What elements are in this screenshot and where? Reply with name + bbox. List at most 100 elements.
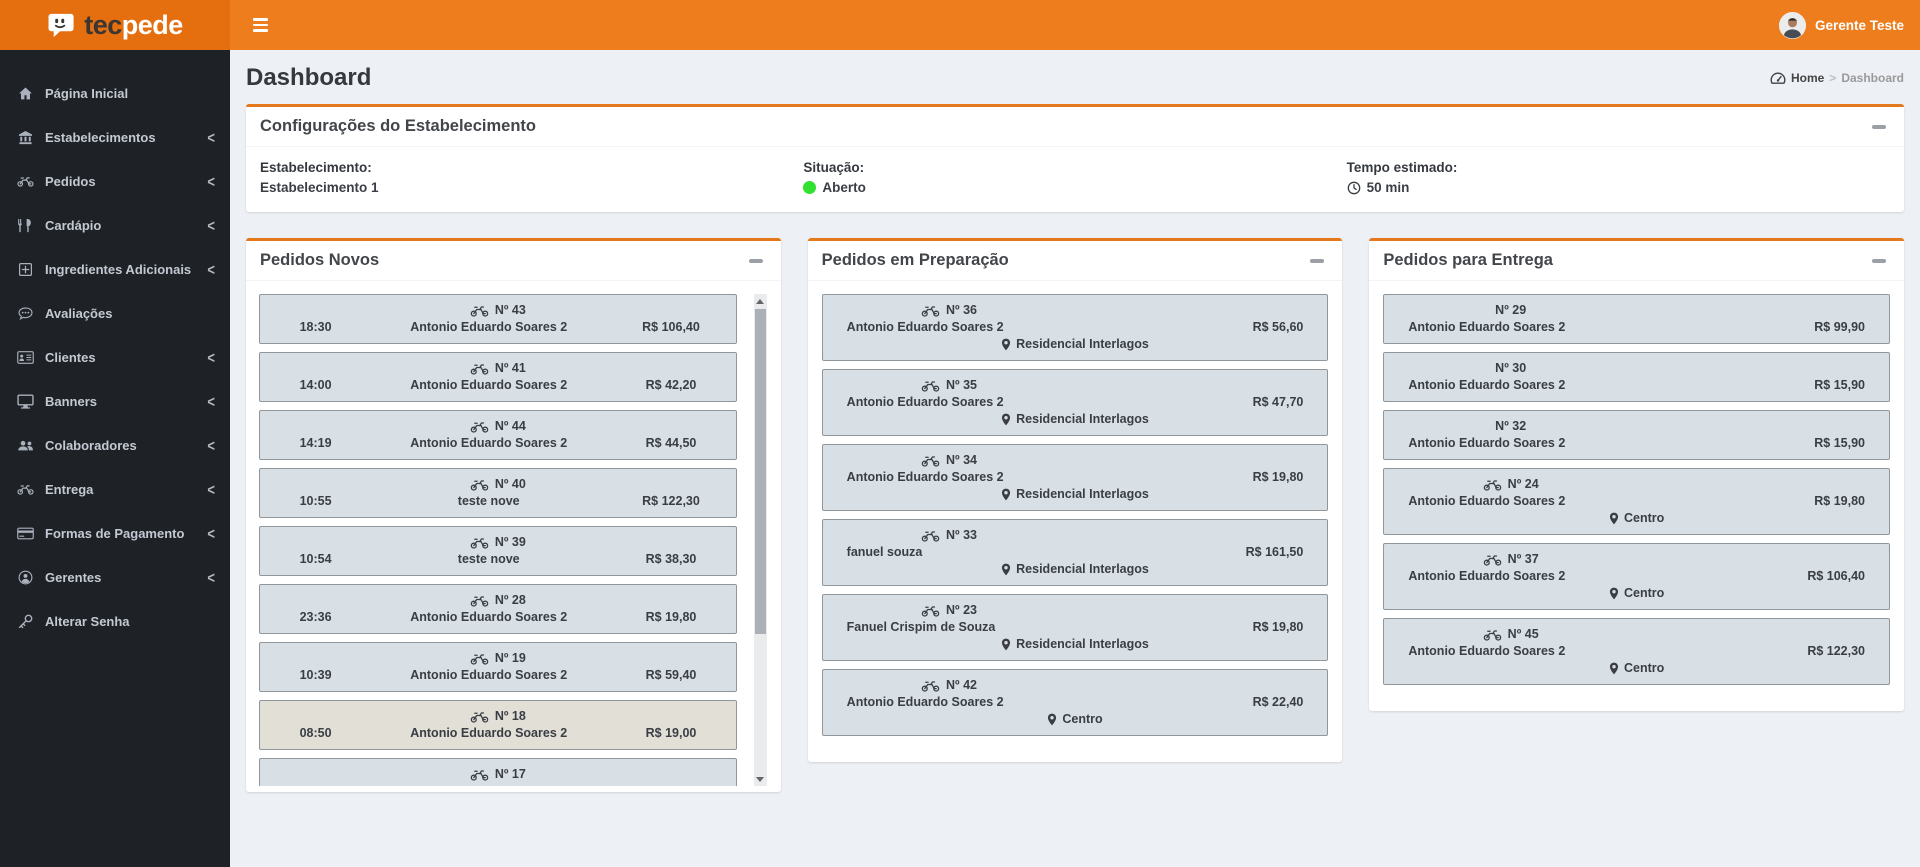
brand-logo[interactable]: tecpede	[0, 0, 230, 50]
order-card[interactable]: Nº 37 Antonio Eduardo Soares 2 R$ 106,40 Ce…	[1383, 543, 1891, 610]
clock-icon	[1347, 181, 1361, 195]
motorcycle-icon	[470, 479, 489, 491]
order-card[interactable]: Nº 42 Antonio Eduardo Soares 2 R$ 22,40 Cen…	[821, 669, 1329, 736]
order-main-row: 10:39 Antonio Eduardo Soares 2 R$ 59,40	[270, 667, 726, 684]
order-card[interactable]: Nº 39 10:54 teste nove R$ 38,30	[259, 526, 737, 576]
chevron-left-icon: <	[207, 392, 215, 410]
order-card[interactable]: Nº 43 18:30 Antonio Eduardo Soares 2 R$ 106…	[259, 294, 737, 344]
motorcycle-icon	[1483, 629, 1502, 641]
scroll-down-arrow-icon[interactable]	[754, 772, 767, 786]
scroll-up-arrow-icon[interactable]	[754, 294, 767, 308]
sidebar-item-ingredientes-adicionais[interactable]: Ingredientes Adicionais <	[0, 247, 230, 291]
order-customer: Antonio Eduardo Soares 2	[410, 610, 568, 624]
order-card[interactable]: Nº 17	[259, 758, 737, 786]
order-card[interactable]: Nº 24 Antonio Eduardo Soares 2 R$ 19,80 Cen…	[1383, 468, 1891, 535]
config-field-value: 50 min	[1347, 180, 1890, 195]
sidebar-item-gerentes[interactable]: Gerentes <	[0, 555, 230, 599]
order-card[interactable]: Nº 32 Antonio Eduardo Soares 2 R$ 15,90	[1383, 410, 1891, 460]
order-number: Nº 30	[1394, 360, 1627, 377]
order-location-row: Residencial Interlagos	[833, 636, 1318, 653]
order-location: Residencial Interlagos	[1016, 412, 1149, 426]
order-number-row: Nº 23	[833, 602, 1318, 619]
sidebar-item-entrega[interactable]: Entrega <	[0, 467, 230, 511]
order-customer: Antonio Eduardo Soares 2	[410, 436, 568, 450]
order-time: 10:39	[299, 668, 332, 682]
order-card[interactable]: Nº 40 10:55 teste nove R$ 122,30	[259, 468, 737, 518]
order-card[interactable]: Nº 44 14:19 Antonio Eduardo Soares 2 R$ 44,…	[259, 410, 737, 460]
id-card-icon	[15, 350, 35, 365]
order-total: R$ 122,30	[1807, 644, 1866, 658]
sidebar-toggle-button[interactable]	[247, 12, 274, 38]
order-number: Nº 33	[833, 527, 1066, 544]
sidebar-item-colaboradores[interactable]: Colaboradores <	[0, 423, 230, 467]
order-card[interactable]: Nº 28 23:36 Antonio Eduardo Soares 2 R$ 19,…	[259, 584, 737, 634]
order-number: Nº 23	[833, 602, 1066, 619]
order-card[interactable]: Nº 30 Antonio Eduardo Soares 2 R$ 15,90	[1383, 352, 1891, 402]
order-card[interactable]: Nº 23 Fanuel Crispim de Souza R$ 19,80 Resi…	[821, 594, 1329, 661]
brand-chat-bubble-icon	[47, 12, 77, 39]
board-pedidos-novos: Pedidos Novos Nº 43 18:30 Antonio Eduardo S…	[246, 238, 781, 792]
board-title: Pedidos para Entrega	[1383, 251, 1553, 269]
motorcycle-icon	[470, 711, 489, 723]
order-card[interactable]: Nº 35 Antonio Eduardo Soares 2 R$ 47,70 Res…	[821, 369, 1329, 436]
config-panel-body: Estabelecimento: Estabelecimento 1 Situaçã…	[246, 147, 1904, 212]
order-card[interactable]: Nº 19 10:39 Antonio Eduardo Soares 2 R$ 59,…	[259, 642, 737, 692]
order-time: 23:36	[299, 610, 332, 624]
sidebar-item-banners[interactable]: Banners <	[0, 379, 230, 423]
scrollbar[interactable]	[753, 294, 767, 786]
order-card[interactable]: Nº 33 fanuel souza R$ 161,50 Residencial In…	[821, 519, 1329, 586]
breadcrumb-home-link[interactable]: Home	[1791, 71, 1824, 85]
collapse-board-button[interactable]	[1868, 255, 1890, 267]
order-card[interactable]: Nº 18 08:50 Antonio Eduardo Soares 2 R$ 19,…	[259, 700, 737, 750]
sidebar-item-pagina-inicial[interactable]: Página Inicial	[0, 71, 230, 115]
sidebar-item-estabelecimentos[interactable]: Estabelecimentos <	[0, 115, 230, 159]
order-number-text: Nº 29	[1495, 303, 1527, 317]
sidebar-item-clientes[interactable]: Clientes <	[0, 335, 230, 379]
order-card[interactable]: Nº 41 14:00 Antonio Eduardo Soares 2 R$ 42,…	[259, 352, 737, 402]
order-card[interactable]: Nº 36 Antonio Eduardo Soares 2 R$ 56,60 Res…	[821, 294, 1329, 361]
user-menu[interactable]: Gerente Teste	[1778, 11, 1904, 39]
order-card[interactable]: Nº 29 Antonio Eduardo Soares 2 R$ 99,90	[1383, 294, 1891, 344]
order-card[interactable]: Nº 34 Antonio Eduardo Soares 2 R$ 19,80 Res…	[821, 444, 1329, 511]
order-main-row: Antonio Eduardo Soares 2 R$ 22,40	[833, 694, 1318, 711]
chevron-left-icon: <	[207, 480, 215, 498]
order-location: Residencial Interlagos	[1016, 487, 1149, 501]
order-main-row: Antonio Eduardo Soares 2 R$ 99,90	[1394, 319, 1879, 336]
order-total: R$ 56,60	[1252, 320, 1304, 334]
config-field-value-text: 50 min	[1366, 180, 1410, 195]
order-main-row: Antonio Eduardo Soares 2 R$ 106,40	[1394, 568, 1879, 585]
order-total: R$ 19,00	[645, 726, 697, 740]
order-card[interactable]: Nº 45 Antonio Eduardo Soares 2 R$ 122,30 Ce…	[1383, 618, 1891, 685]
collapse-config-button[interactable]	[1868, 121, 1890, 133]
sidebar-item-avaliacoes[interactable]: Avaliações	[0, 291, 230, 335]
order-location-row: Residencial Interlagos	[833, 561, 1318, 578]
sidebar-item-pedidos[interactable]: Pedidos <	[0, 159, 230, 203]
sidebar-item-cardapio[interactable]: Cardápio <	[0, 203, 230, 247]
scroll-thumb[interactable]	[754, 309, 766, 634]
chevron-left-icon: <	[207, 524, 215, 542]
location-pin-icon	[1001, 413, 1011, 426]
order-main-row: Antonio Eduardo Soares 2 R$ 15,90	[1394, 435, 1879, 452]
order-number-text: Nº 41	[494, 361, 526, 375]
order-location-row: Residencial Interlagos	[833, 486, 1318, 503]
breadcrumb: Home > Dashboard	[1770, 71, 1904, 85]
order-location: Centro	[1624, 511, 1665, 525]
utensils-icon	[15, 218, 35, 233]
order-number-text: Nº 34	[946, 453, 977, 467]
order-number-text: Nº 30	[1495, 361, 1527, 375]
sidebar-item-alterar-senha[interactable]: Alterar Senha	[0, 599, 230, 643]
config-field-value: Aberto	[803, 180, 1346, 195]
location-pin-icon	[1609, 662, 1619, 675]
sidebar-item-label: Colaboradores	[45, 437, 137, 453]
order-total: R$ 19,80	[1814, 494, 1866, 508]
collapse-board-button[interactable]	[1306, 255, 1328, 267]
minus-icon	[1872, 258, 1887, 263]
order-number: Nº 28	[470, 592, 526, 609]
order-number-row: Nº 45	[1394, 626, 1879, 643]
main-content: Dashboard Home > Dashboard Configurações…	[230, 50, 1920, 867]
order-number-row: Nº 28	[270, 592, 726, 609]
order-total: R$ 161,50	[1245, 545, 1304, 559]
order-location-row: Centro	[1394, 510, 1879, 527]
collapse-board-button[interactable]	[745, 255, 767, 267]
sidebar-item-formas-de-pagamento[interactable]: Formas de Pagamento <	[0, 511, 230, 555]
